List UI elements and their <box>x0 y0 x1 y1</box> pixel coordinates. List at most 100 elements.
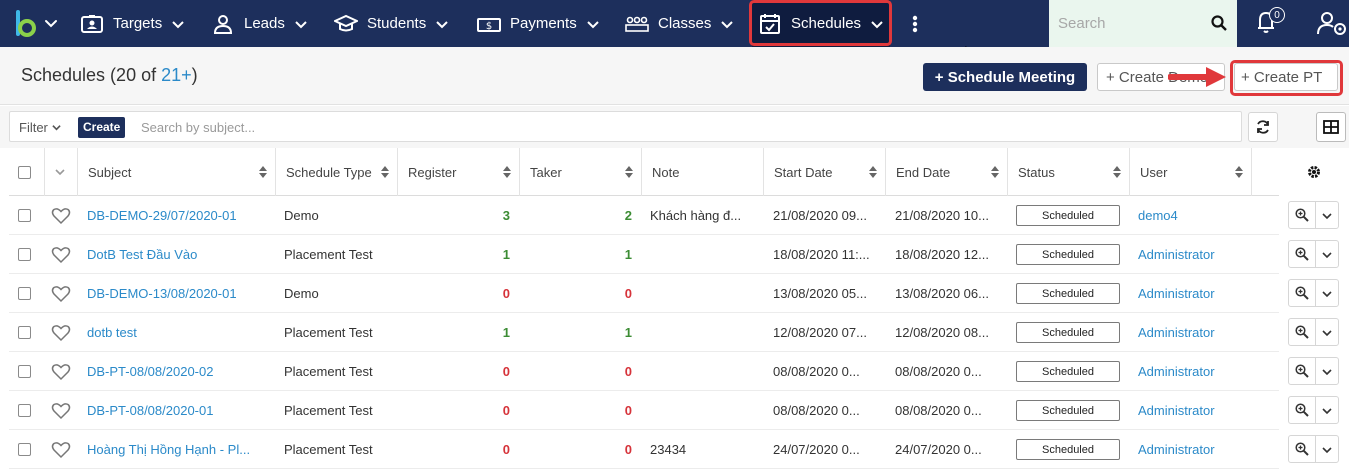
column-end-date-label: End Date <box>896 164 951 180</box>
heart-icon[interactable] <box>51 246 71 264</box>
zoom-preview-icon[interactable] <box>1295 325 1309 339</box>
schedule-meeting-button[interactable]: + Schedule Meeting <box>923 63 1087 91</box>
row-note: 23434 <box>650 442 687 457</box>
gear-icon[interactable] <box>1306 164 1322 180</box>
row-subject-link[interactable]: DotB Test Đầu Vào <box>87 235 269 274</box>
zoom-preview-icon[interactable] <box>1295 286 1309 300</box>
column-schedule-type[interactable]: Schedule Type <box>276 148 398 196</box>
heart-icon[interactable] <box>51 285 71 303</box>
zoom-preview-icon[interactable] <box>1295 442 1309 456</box>
status-badge: Scheduled <box>1016 205 1120 226</box>
zoom-preview-icon[interactable] <box>1295 247 1309 261</box>
row-checkbox[interactable] <box>18 287 31 300</box>
nav-payments[interactable]: $ Payments <box>477 0 600 47</box>
create-filter-button[interactable]: Create <box>78 117 126 138</box>
row-subject-link[interactable]: DB-DEMO-29/07/2020-01 <box>87 196 269 235</box>
row-subject-link[interactable]: dotb test <box>87 313 269 352</box>
row-checkbox[interactable] <box>18 209 31 222</box>
nav-classes[interactable]: Classes <box>625 0 734 47</box>
more-menu-button[interactable] <box>906 0 924 47</box>
row-checkbox-cell <box>18 391 38 430</box>
column-user[interactable]: User <box>1130 148 1252 196</box>
row-subject-link[interactable]: DB-PT-08/08/2020-01 <box>87 391 269 430</box>
highlight-box-schedules <box>749 0 892 46</box>
favorite-cell <box>51 313 73 352</box>
zoom-preview-icon[interactable] <box>1295 403 1309 417</box>
row-checkbox[interactable] <box>18 365 31 378</box>
heart-icon[interactable] <box>51 363 71 381</box>
page-header: Schedules (20 of 21+) + Schedule Meeting… <box>0 47 1349 105</box>
row-end-date: 08/08/2020 0... <box>895 364 982 379</box>
heart-icon[interactable] <box>51 324 71 342</box>
column-status[interactable]: Status <box>1008 148 1130 196</box>
chevron-down-icon[interactable] <box>1321 249 1333 261</box>
sort-icon <box>625 166 633 178</box>
user-gear-icon <box>1317 12 1346 35</box>
user-settings-button[interactable] <box>1316 9 1349 39</box>
row-end-date: 24/07/2020 0... <box>895 442 982 457</box>
row-checkbox[interactable] <box>18 326 31 339</box>
search-icon[interactable] <box>1211 15 1227 31</box>
nav-leads[interactable]: Leads <box>211 0 308 47</box>
row-subject-link[interactable]: Hoàng Thị Hồng Hạnh - Pl... <box>87 430 269 469</box>
nav-students[interactable]: Students <box>334 0 449 47</box>
column-start-date-label: Start Date <box>774 164 833 180</box>
notifications-button[interactable]: 0 <box>1254 7 1290 39</box>
global-search-input[interactable] <box>1049 15 1199 32</box>
row-status-cell: Scheduled <box>1016 235 1128 274</box>
subject-search-input[interactable]: Search by subject... <box>141 120 255 135</box>
row-checkbox-cell <box>18 430 38 469</box>
row-checkbox-cell <box>18 235 38 274</box>
row-subject-link[interactable]: DB-DEMO-13/08/2020-01 <box>87 274 269 313</box>
filter-dropdown[interactable]: Filter <box>19 120 61 135</box>
row-actions <box>1288 240 1339 268</box>
row-actions-divider <box>1315 436 1316 462</box>
row-user-link[interactable]: Administrator <box>1138 391 1248 430</box>
row-start-date: 24/07/2020 0... <box>773 442 860 457</box>
row-checkbox[interactable] <box>18 443 31 456</box>
column-note: Note <box>642 148 764 196</box>
column-taker[interactable]: Taker <box>520 148 642 196</box>
chevron-down-icon[interactable] <box>1321 288 1333 300</box>
row-start-date: 18/08/2020 11:... <box>773 247 870 262</box>
row-user-link[interactable]: Administrator <box>1138 235 1248 274</box>
sort-icon <box>259 166 267 178</box>
grid-icon <box>1323 120 1339 134</box>
row-user-link[interactable]: Administrator <box>1138 352 1248 391</box>
zoom-preview-icon[interactable] <box>1295 364 1309 378</box>
row-actions-divider <box>1315 319 1316 345</box>
app-logo[interactable] <box>8 8 68 40</box>
bulk-actions-dropdown[interactable] <box>45 148 78 196</box>
record-count[interactable]: 21+ <box>161 65 192 85</box>
chevron-down-icon[interactable] <box>1321 444 1333 456</box>
grid-view-button[interactable] <box>1316 112 1346 142</box>
chevron-down-icon <box>721 20 734 28</box>
column-start-date[interactable]: Start Date <box>764 148 886 196</box>
row-checkbox[interactable] <box>18 404 31 417</box>
heart-icon[interactable] <box>51 402 71 420</box>
column-end-date[interactable]: End Date <box>886 148 1008 196</box>
heart-icon[interactable] <box>51 441 71 459</box>
row-user-link[interactable]: Administrator <box>1138 313 1248 352</box>
row-user-link[interactable]: Administrator <box>1138 430 1248 469</box>
zoom-preview-icon[interactable] <box>1295 208 1309 222</box>
refresh-icon <box>1257 120 1269 134</box>
column-subject[interactable]: Subject <box>78 148 276 196</box>
column-register[interactable]: Register <box>398 148 520 196</box>
refresh-button[interactable] <box>1248 112 1278 142</box>
row-subject-link[interactable]: DB-PT-08/08/2020-02 <box>87 352 269 391</box>
select-all-checkbox[interactable] <box>18 165 31 179</box>
row-user-link[interactable]: demo4 <box>1138 196 1248 235</box>
chevron-down-icon[interactable] <box>1321 366 1333 378</box>
row-actions-divider <box>1315 358 1316 384</box>
nav-targets[interactable]: Targets <box>80 0 185 47</box>
chevron-down-icon[interactable] <box>1321 210 1333 222</box>
chevron-down-icon[interactable] <box>1321 405 1333 417</box>
heart-icon[interactable] <box>51 207 71 225</box>
page-title: Schedules (20 of 21+) <box>21 65 198 86</box>
global-search <box>1049 0 1237 47</box>
row-checkbox[interactable] <box>18 248 31 261</box>
table-row: DB-DEMO-29/07/2020-01 Demo 3 2 Khách hàn… <box>9 196 1279 235</box>
row-user-link[interactable]: Administrator <box>1138 274 1248 313</box>
chevron-down-icon[interactable] <box>1321 327 1333 339</box>
